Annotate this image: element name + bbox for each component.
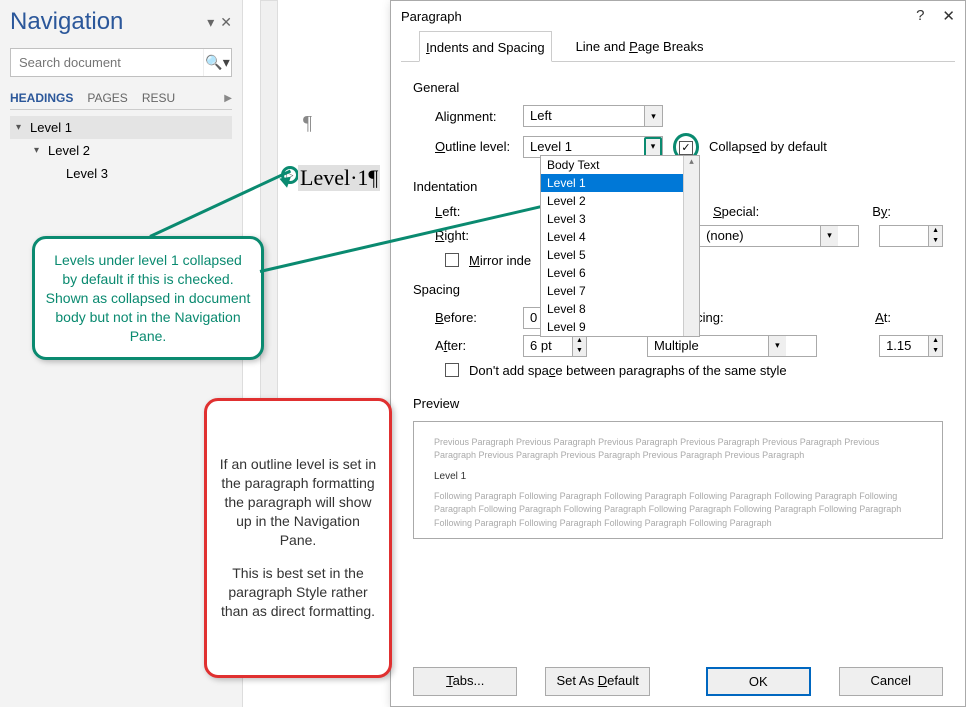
tab-results[interactable]: RESU	[142, 91, 175, 105]
nav-tree: ▾ Level 1 ▾ Level 2 Level 3	[10, 116, 232, 185]
general-label: General	[413, 80, 943, 95]
after-spinner[interactable]: 6 pt ▲▼	[523, 335, 587, 357]
by-spinner[interactable]: ▲▼	[879, 225, 943, 247]
no-add-space-label: Don't add space between paragraphs of th…	[469, 363, 787, 378]
set-default-button[interactable]: Set As Default	[545, 667, 649, 696]
cancel-button[interactable]: Cancel	[839, 667, 943, 696]
search-box: 🔍▾	[10, 48, 232, 77]
tree-item-level3[interactable]: Level 3	[10, 162, 232, 185]
alignment-combo[interactable]: Left ▾	[523, 105, 663, 127]
dd-item-level1[interactable]: Level 1	[541, 174, 699, 192]
chevron-down-icon[interactable]: ▾	[768, 336, 786, 356]
nav-tabs: HEADINGS PAGES RESU ▶	[10, 91, 232, 110]
dialog-titlebar: Paragraph ? ✕	[391, 1, 965, 31]
preview-label: Preview	[413, 396, 943, 411]
alignment-label: Alignment:	[413, 109, 513, 124]
tree-item-level1[interactable]: ▾ Level 1	[10, 116, 232, 139]
tree-label: Level 1	[30, 120, 72, 135]
search-input[interactable]	[11, 49, 203, 76]
callout-outline-explain: If an outline level is set in the paragr…	[204, 398, 392, 678]
special-label: Special:	[713, 204, 759, 219]
after-label: After:	[413, 338, 513, 353]
dd-item-level7[interactable]: Level 7	[541, 282, 699, 300]
callout-red-p1: If an outline level is set in the paragr…	[217, 455, 379, 549]
dialog-title: Paragraph	[401, 9, 462, 24]
preview-box: Previous Paragraph Previous Paragraph Pr…	[413, 421, 943, 539]
by-label: By:	[872, 204, 891, 219]
pin-icon[interactable]: ▾	[207, 14, 214, 31]
tab-pages[interactable]: PAGES	[87, 91, 127, 105]
close-icon[interactable]: ✕	[942, 7, 955, 25]
dialog-button-row: Tabs... Set As Default OK Cancel	[391, 667, 965, 696]
dd-item-level9[interactable]: Level 9	[541, 318, 699, 336]
dd-item-body-text[interactable]: Body Text	[541, 156, 699, 174]
nav-title-row: Navigation ▾ ✕	[10, 8, 232, 36]
spin-up-icon[interactable]: ▲	[929, 336, 942, 346]
at-label: At:	[875, 310, 891, 325]
dd-item-level6[interactable]: Level 6	[541, 264, 699, 282]
spin-up-icon[interactable]: ▲	[929, 226, 942, 236]
tab-indents-spacing[interactable]: IIndents and Spacingndents and Spacing	[419, 31, 552, 62]
chevron-down-icon[interactable]: ▾	[820, 226, 838, 246]
dialog-tabs: IIndents and Spacingndents and Spacing L…	[401, 31, 955, 62]
nav-title: Navigation	[10, 8, 123, 36]
callout-collapsed-explain: Levels under level 1 collapsed by defaul…	[32, 236, 264, 360]
tree-caret-icon[interactable]: ▾	[34, 145, 44, 156]
line-spacing-combo[interactable]: Multiple ▾	[647, 335, 817, 357]
dd-item-level2[interactable]: Level 2	[541, 192, 699, 210]
search-button[interactable]: 🔍▾	[203, 49, 231, 76]
pilcrow-icon: ¶	[303, 112, 312, 135]
document-heading[interactable]: Level·1¶	[298, 165, 380, 191]
chevron-down-icon[interactable]: ▾	[644, 137, 662, 157]
dd-item-level5[interactable]: Level 5	[541, 246, 699, 264]
tab-overflow-icon[interactable]: ▶	[224, 93, 232, 104]
preview-main-text: Level 1	[434, 469, 922, 484]
tabs-button[interactable]: Tabs...	[413, 667, 517, 696]
dd-item-level8[interactable]: Level 8	[541, 300, 699, 318]
help-icon[interactable]: ?	[916, 7, 924, 25]
tab-line-page-breaks[interactable]: Line and Page Breaks	[570, 31, 710, 61]
tree-label: Level 2	[48, 143, 90, 158]
outline-level-dropdown: Body Text Level 1 Level 2 Level 3 Level …	[540, 155, 700, 337]
no-add-space-checkbox[interactable]	[445, 363, 459, 377]
spin-down-icon[interactable]: ▼	[929, 236, 942, 246]
preview-previous-text: Previous Paragraph Previous Paragraph Pr…	[434, 436, 922, 463]
dd-item-level4[interactable]: Level 4	[541, 228, 699, 246]
tree-caret-icon[interactable]: ▾	[16, 122, 26, 133]
spin-up-icon[interactable]: ▲	[573, 336, 586, 346]
spin-down-icon[interactable]: ▼	[929, 346, 942, 356]
preview-following-text: Following Paragraph Following Paragraph …	[434, 490, 922, 531]
spin-down-icon[interactable]: ▼	[573, 346, 586, 356]
close-pane-icon[interactable]: ✕	[220, 14, 232, 31]
ok-button[interactable]: OK	[706, 667, 811, 696]
mirror-indents-checkbox[interactable]	[445, 253, 459, 267]
paragraph-dialog: Paragraph ? ✕ IIndents and Spacingndents…	[390, 0, 966, 707]
at-spinner[interactable]: 1.15 ▲▼	[879, 335, 943, 357]
tab-headings[interactable]: HEADINGS	[10, 91, 73, 105]
tree-label: Level 3	[66, 166, 108, 181]
collapsed-checkbox[interactable]: ✓	[679, 141, 693, 155]
dd-item-level3[interactable]: Level 3	[541, 210, 699, 228]
callout-red-p2: This is best set in the paragraph Style …	[217, 564, 379, 621]
special-combo[interactable]: (none) ▾	[699, 225, 859, 247]
collapsed-label: Collapsed by default	[709, 139, 827, 154]
chevron-down-icon[interactable]: ▾	[644, 106, 662, 126]
outline-level-label: Outline level:	[413, 139, 513, 154]
before-label: Before:	[413, 310, 513, 325]
mirror-indents-label: Mirror inde	[469, 253, 531, 268]
dialog-body: General Alignment: Left ▾ Outline level:…	[391, 62, 965, 551]
dropdown-scrollbar[interactable]: ▴	[683, 156, 699, 336]
tree-item-level2[interactable]: ▾ Level 2	[10, 139, 232, 162]
